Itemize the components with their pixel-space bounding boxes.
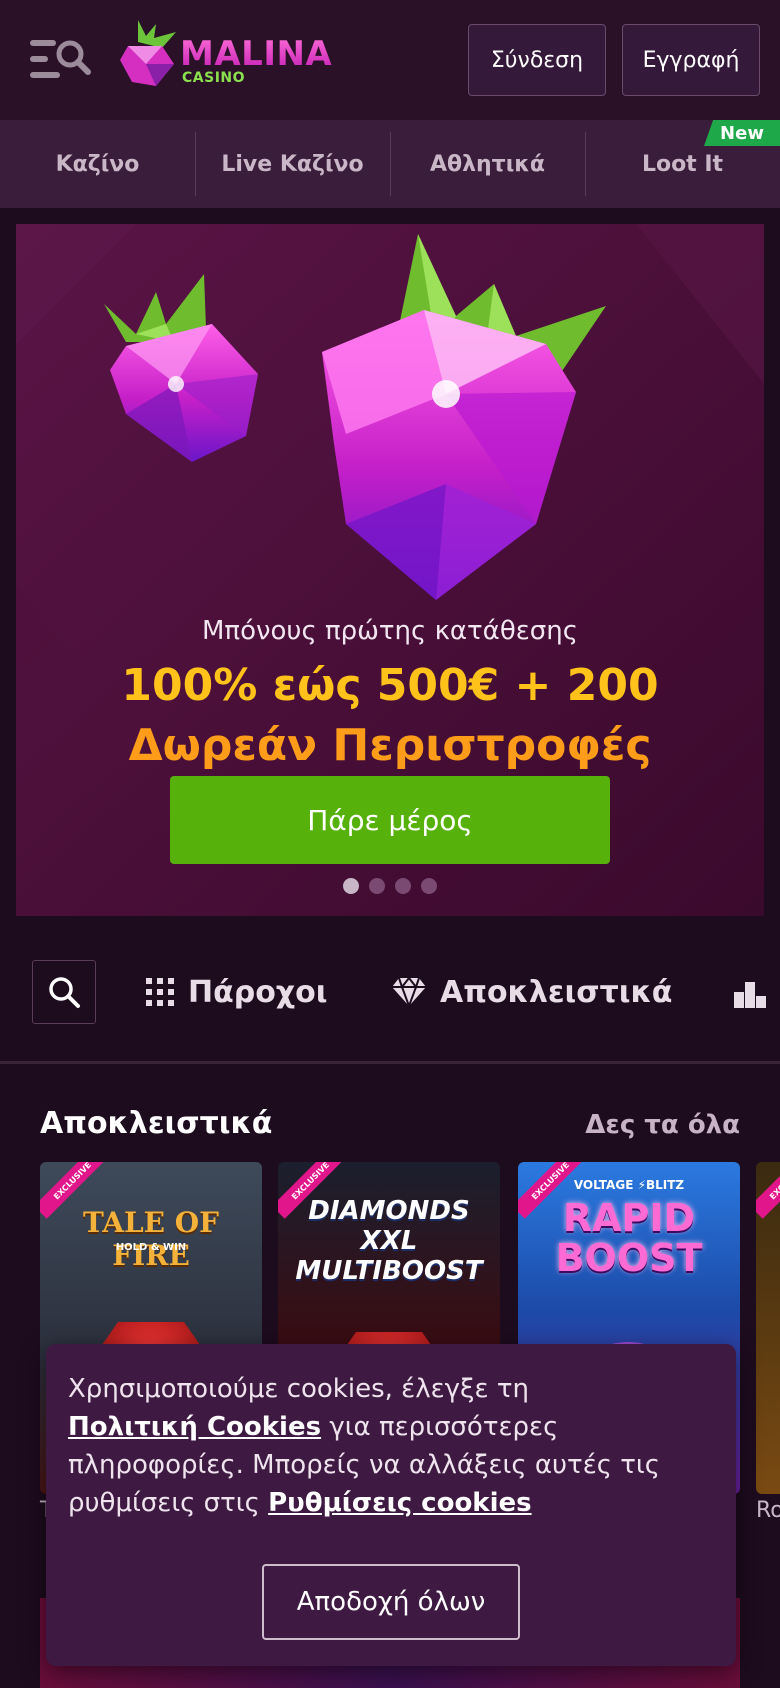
register-button[interactable]: Εγγραφή [622,24,760,96]
filter-top[interactable] [734,960,766,1024]
nav-item-label: Αθλητικά [429,151,546,177]
cookie-settings-link[interactable]: Ρυθμίσεις cookies [268,1488,532,1518]
hero-banner[interactable]: Μπόνους πρώτης κατάθεσης 100% εώς 500€ +… [16,224,764,916]
nav-item-sports[interactable]: Αθλητικά [390,120,585,208]
cookie-message: Χρησιμοποιούμε cookies, έλεγξε τη Πολιτι… [68,1370,718,1522]
main-nav: Καζίνο Live Καζίνο Αθλητικά Loot It New [0,120,780,208]
game-subtitle: HOLD & WIN [115,1242,187,1253]
filter-exclusive[interactable]: Αποκλειστικά [392,960,672,1024]
nav-item-label: Καζίνο [55,151,140,177]
carousel-dot[interactable] [369,878,385,894]
login-button[interactable]: Σύνδεση [468,24,606,96]
game-name-label: Ro [756,1498,780,1523]
new-badge: New [704,120,780,146]
filter-exclusive-label: Αποκλειστικά [440,974,673,1010]
cookie-text-part: Χρησιμοποιούμε cookies, έλεγξε τη [68,1374,529,1404]
carousel-dots [16,878,764,894]
cookie-policy-link[interactable]: Πολιτική Cookies [68,1412,321,1442]
exclusive-badge: EXCLUSIVE [756,1162,780,1219]
filter-providers[interactable]: Πάροχοι [146,960,327,1024]
see-all-link[interactable]: Δες τα όλα [585,1110,740,1140]
logo-subtext: CASINO [182,70,246,86]
logo[interactable]: MALINA CASINO [118,18,338,92]
hero-bonus-amount: 100% εώς 500€ + 200 [121,660,659,711]
game-card[interactable]: EXCLUSIVE [756,1162,780,1494]
game-brand: VOLTAGE ⚡BLITZ [573,1178,685,1192]
accept-all-button[interactable]: Αποδοχή όλων [262,1564,520,1640]
game-search-button[interactable] [32,960,96,1024]
hero-free-spins: Δωρεάν Περιστροφές [128,720,652,771]
podium-icon [734,982,766,1008]
carousel-dot[interactable] [421,878,437,894]
game-title: DIAMONDS XXL MULTIBOOST [295,1196,483,1286]
game-title: TALE OF FIRE [82,1206,220,1272]
cookie-banner: Χρησιμοποιούμε cookies, έλεγξε τη Πολιτι… [46,1344,736,1666]
nav-item-loot-it[interactable]: Loot It New [585,120,780,208]
logo-text: MALINA [180,34,333,74]
raspberry-logo-icon [120,20,176,86]
grid-icon [146,978,174,1006]
nav-item-live-casino[interactable]: Live Καζίνο [195,120,390,208]
nav-item-label: Live Καζίνο [221,151,364,177]
search-icon [49,977,80,1008]
game-title: RAPID BOOST [555,1196,703,1280]
filter-providers-label: Πάροχοι [188,974,328,1010]
hero-subtitle: Μπόνους πρώτης κατάθεσης [201,616,578,646]
join-button[interactable]: Πάρε μέρος [170,776,610,864]
section-title: Αποκλειστικά [40,1106,273,1141]
nav-item-casino[interactable]: Καζίνο [0,120,195,208]
nav-item-label: Loot It [641,151,724,177]
header: MALINA CASINO Σύνδεση Εγγραφή [0,0,780,120]
diamond-icon [392,978,426,1006]
carousel-dot[interactable] [343,878,359,894]
carousel-dot[interactable] [395,878,411,894]
filter-bar: Πάροχοι Αποκλειστικά [0,940,780,1064]
menu-search-icon[interactable] [28,34,92,86]
